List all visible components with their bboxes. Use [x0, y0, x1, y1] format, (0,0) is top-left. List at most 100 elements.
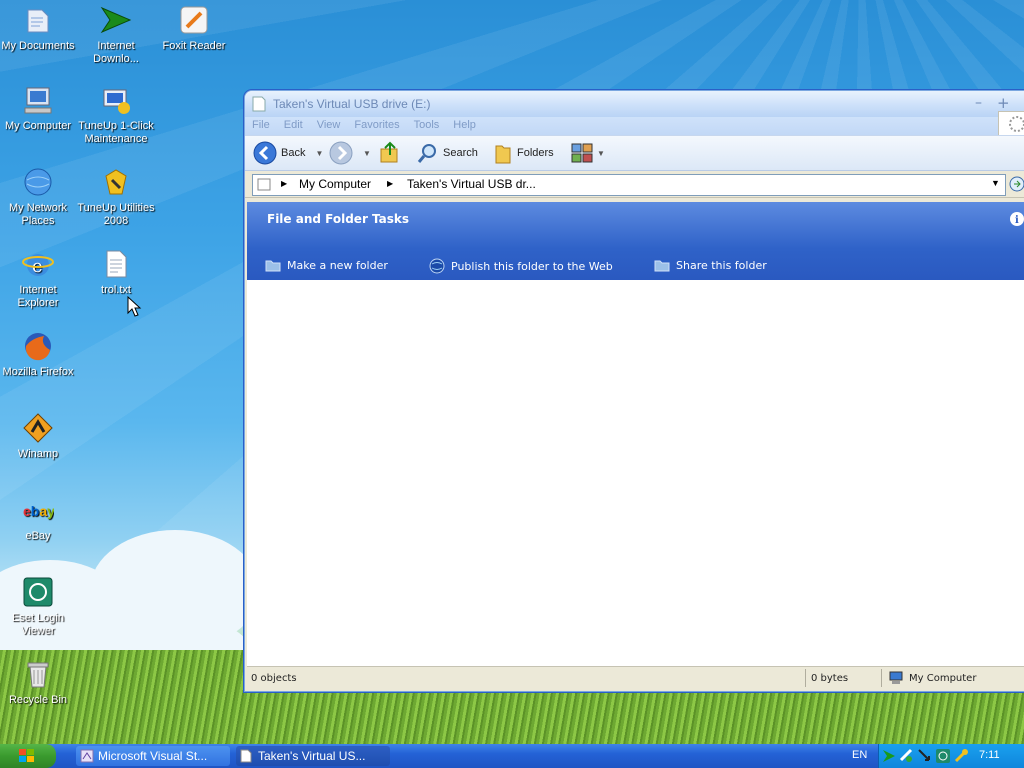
desktop-icon-winamp[interactable]: Winamp — [0, 412, 78, 461]
idm-tray-icon[interactable] — [882, 748, 896, 764]
new-folder-icon — [265, 260, 281, 272]
ebay-icon: ebay — [22, 494, 55, 526]
views-dropdown-icon: ▼ — [597, 148, 605, 158]
breadcrumb-separator-icon: ▶ — [281, 179, 288, 188]
tuneup-tray-icon[interactable] — [953, 748, 969, 764]
desktop-icon-internet-download[interactable]: Internet Downlo... — [76, 4, 156, 66]
loading-icon — [1009, 116, 1024, 132]
desktop-icon-label: Eset Login Viewer — [12, 612, 64, 637]
drive-small-icon — [240, 749, 252, 763]
task-share-folder[interactable]: Share this folder — [654, 258, 767, 272]
desktop-icon-recycle-bin[interactable]: Recycle Bin — [0, 658, 78, 707]
eset-login-viewer-icon — [22, 576, 54, 608]
menu-edit[interactable]: Edit — [277, 117, 310, 131]
desktop-icon-label: My Computer — [4, 120, 72, 132]
taskbar-button-visual-studio[interactable]: Microsoft Visual St... — [76, 746, 230, 766]
drive-small-icon — [257, 178, 271, 191]
folders-button[interactable]: Folders — [493, 141, 554, 165]
desktop-icon-label: TuneUp 1-Click Maintenance — [78, 120, 154, 145]
views-button[interactable]: ▼ — [571, 141, 605, 165]
menu-tools[interactable]: Tools — [407, 117, 447, 131]
desktop-icon-foxit-reader[interactable]: Foxit Reader — [154, 4, 234, 53]
my-documents-icon — [22, 4, 54, 36]
window-titlebar[interactable]: Taken's Virtual USB drive (E:) – + — [245, 91, 1024, 117]
start-button[interactable] — [0, 744, 56, 768]
status-divider — [805, 669, 806, 687]
back-dropdown-icon[interactable]: ▼ — [315, 149, 323, 158]
language-indicator[interactable]: EN — [852, 749, 867, 761]
task-make-new-folder[interactable]: Make a new folder — [265, 258, 388, 272]
up-folder-button[interactable] — [379, 141, 401, 165]
network-tray-icon[interactable] — [899, 748, 913, 764]
breadcrumb-usb-drive[interactable]: Taken's Virtual USB dr... — [407, 177, 536, 191]
desktop-icon-eset-login-viewer[interactable]: Eset Login Viewer — [0, 576, 78, 638]
desktop-icon-my-network-places[interactable]: My Network Places — [0, 166, 78, 228]
taskbar: Microsoft Visual St... Taken's Virtual U… — [0, 744, 1024, 768]
folders-icon — [495, 145, 511, 164]
tuneup-1-click-icon — [100, 84, 132, 116]
info-icon[interactable]: i — [1009, 211, 1024, 227]
tasks-title: File and Folder Tasks — [267, 212, 410, 226]
windows-logo-throbber — [998, 111, 1024, 137]
taskbar-button-usb-drive[interactable]: Taken's Virtual US... — [236, 746, 390, 766]
internet-download-manager-icon — [100, 4, 132, 36]
my-computer-small-icon — [889, 671, 903, 684]
status-divider — [881, 669, 882, 687]
address-dropdown-icon[interactable]: ▼ — [991, 178, 1000, 188]
desktop-icon-label: Internet Explorer — [17, 284, 59, 309]
breadcrumb-my-computer[interactable]: My Computer — [299, 177, 371, 191]
menu-view[interactable]: View — [310, 117, 348, 131]
views-icon — [571, 143, 593, 163]
recycle-bin-icon — [22, 658, 54, 690]
forward-arrow-icon — [329, 141, 353, 165]
desktop-icon-label: Foxit Reader — [162, 40, 226, 52]
address-bar: ▶ My Computer ▶ Taken's Virtual USB dr..… — [245, 171, 1024, 198]
desktop-icon-label: eBay — [25, 530, 51, 542]
forward-button[interactable]: ▼ — [329, 141, 371, 165]
desktop-icon-my-computer[interactable]: My Computer — [0, 84, 78, 133]
address-field[interactable]: ▶ My Computer ▶ Taken's Virtual USB dr..… — [252, 174, 1006, 196]
back-button[interactable]: Back ▼ — [253, 141, 323, 165]
desktop-icon-ebay[interactable]: ebay eBay — [0, 494, 78, 543]
desktop-icon-tuneup-utilities[interactable]: TuneUp Utilities 2008 — [76, 166, 156, 228]
explorer-window[interactable]: Taken's Virtual USB drive (E:) – + File E… — [244, 90, 1024, 692]
task-publish-to-web[interactable]: Publish this folder to the Web — [429, 258, 613, 274]
window-title: Taken's Virtual USB drive (E:) — [273, 97, 431, 111]
status-bar: 0 objects 0 bytes My Computer — [247, 666, 1024, 691]
go-icon[interactable] — [1009, 176, 1024, 192]
safely-remove-tray-icon[interactable] — [917, 748, 931, 764]
minimize-button[interactable]: – — [975, 95, 982, 111]
standard-toolbar: Back ▼ ▼ Search Folders ▼ — [245, 135, 1024, 171]
menu-help[interactable]: Help — [446, 117, 483, 131]
back-arrow-icon — [253, 141, 277, 165]
desktop-icon-label: Internet Downlo... — [93, 40, 139, 65]
folder-content-area[interactable] — [247, 280, 1024, 666]
menu-favorites[interactable]: Favorites — [347, 117, 406, 131]
desktop-icon-label: Winamp — [17, 448, 59, 460]
internet-explorer-icon: e — [22, 248, 54, 280]
desktop-icon-mozilla-firefox[interactable]: Mozilla Firefox — [0, 330, 78, 379]
desktop-icon-tuneup-1-click[interactable]: TuneUp 1-Click Maintenance — [76, 84, 156, 146]
system-clock[interactable]: 7:11 — [979, 749, 1000, 761]
menu-bar: File Edit View Favorites Tools Help — [245, 117, 1024, 135]
desktop-icon-label: Recycle Bin — [8, 694, 68, 706]
desktop-icon-internet-explorer[interactable]: e Internet Explorer — [0, 248, 78, 310]
my-network-places-icon — [22, 166, 54, 198]
status-object-count: 0 objects — [251, 673, 297, 684]
forward-dropdown-icon[interactable]: ▼ — [363, 149, 371, 158]
desktop-icon-label: My Documents — [1, 40, 75, 52]
firefox-icon — [22, 330, 54, 362]
breadcrumb-separator-icon: ▶ — [387, 179, 394, 188]
search-button[interactable]: Search — [417, 141, 478, 165]
menu-file[interactable]: File — [245, 117, 277, 131]
desktop-icon-my-documents[interactable]: My Documents — [0, 4, 78, 53]
maximize-button[interactable]: + — [997, 94, 1010, 112]
status-size: 0 bytes — [811, 673, 849, 684]
svg-text:i: i — [1015, 215, 1019, 226]
desktop-icon-trol-txt[interactable]: trol.txt — [76, 248, 156, 297]
system-tray: 7:11 — [878, 744, 1024, 768]
desktop-icon-label: Mozilla Firefox — [2, 366, 74, 378]
eset-tray-icon[interactable] — [935, 748, 951, 764]
search-icon — [417, 144, 436, 163]
up-folder-icon — [380, 141, 398, 163]
